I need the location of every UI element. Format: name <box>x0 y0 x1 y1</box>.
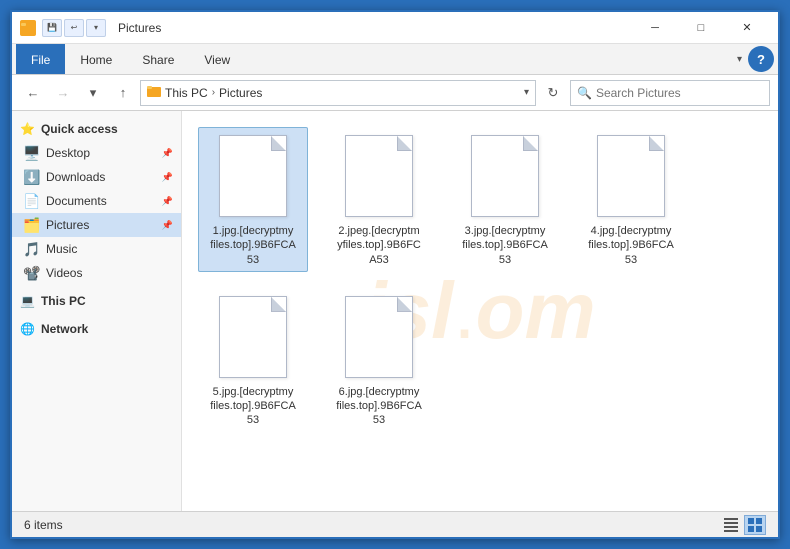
minimize-button[interactable]: ─ <box>632 12 678 44</box>
details-view-button[interactable] <box>720 515 742 535</box>
sidebar-item-music[interactable]: 🎵 Music <box>12 237 181 261</box>
ribbon-tabs: File Home Share View <box>12 44 737 74</box>
downloads-icon: ⬇️ <box>24 169 40 185</box>
file-page-1 <box>219 135 287 217</box>
ribbon: File Home Share View ▾ ? <box>12 44 778 75</box>
item-count: 6 items <box>24 518 63 532</box>
title-bar: 💾 ↩ ▾ Pictures ─ □ ✕ <box>12 12 778 44</box>
file-icon-3 <box>469 132 541 220</box>
back-button[interactable]: ← <box>20 80 46 106</box>
file-page-2 <box>345 135 413 217</box>
folder-icon <box>20 20 36 36</box>
main-area: ⭐ Quick access 🖥️ Desktop 📌 ⬇️ Downloads… <box>12 111 778 511</box>
pin-icon-downloads: 📌 <box>162 172 173 183</box>
pin-icon-documents: 📌 <box>162 196 173 207</box>
file-icon-1 <box>217 132 289 220</box>
tab-home[interactable]: Home <box>65 44 127 74</box>
network-icon: 🌐 <box>20 322 35 336</box>
breadcrumb-icon <box>147 85 161 100</box>
desktop-icon: 🖥️ <box>24 145 40 161</box>
file-icon-5 <box>217 293 289 381</box>
sidebar: ⭐ Quick access 🖥️ Desktop 📌 ⬇️ Downloads… <box>12 111 182 511</box>
tab-view[interactable]: View <box>189 44 245 74</box>
pin-icon-pictures: 📌 <box>162 220 173 231</box>
file-icon-2 <box>343 132 415 220</box>
ribbon-collapse[interactable]: ▾ <box>737 54 742 65</box>
file-item[interactable]: 1.jpg.[decryptmyfiles.top].9B6FCA53 <box>198 127 308 272</box>
sidebar-thispc-header[interactable]: 💻 This PC <box>12 289 181 313</box>
sidebar-section-thispc: 💻 This PC <box>12 289 181 313</box>
quickaccess-icon: ⭐ <box>20 122 35 136</box>
sidebar-item-downloads[interactable]: ⬇️ Downloads 📌 <box>12 165 181 189</box>
file-item[interactable]: 5.jpg.[decryptmyfiles.top].9B6FCA53 <box>198 288 308 433</box>
breadcrumb[interactable]: This PC › Pictures ▾ <box>140 80 536 106</box>
file-icon-4 <box>595 132 667 220</box>
music-icon: 🎵 <box>24 241 40 257</box>
file-item[interactable]: 2.jpeg.[decryptmyfiles.top].9B6FCA53 <box>324 127 434 272</box>
close-button[interactable]: ✕ <box>724 12 770 44</box>
file-item[interactable]: 6.jpg.[decryptmyfiles.top].9B6FCA53 <box>324 288 434 433</box>
documents-icon: 📄 <box>24 193 40 209</box>
file-item[interactable]: 4.jpg.[decryptmyfiles.top].9B6FCA53 <box>576 127 686 272</box>
sidebar-network-header[interactable]: 🌐 Network <box>12 317 181 341</box>
search-box: 🔍 <box>570 80 770 106</box>
title-controls: ─ □ ✕ <box>632 12 770 44</box>
large-icons-view-button[interactable] <box>744 515 766 535</box>
content-area: isl.om 1.jpg.[decryptmyfiles.top].9B6FCA… <box>182 111 778 511</box>
thispc-icon: 💻 <box>20 294 35 308</box>
videos-icon: 📽️ <box>24 265 40 281</box>
file-icon-6 <box>343 293 415 381</box>
forward-button[interactable]: → <box>50 80 76 106</box>
breadcrumb-dropdown[interactable]: ▾ <box>524 87 529 98</box>
breadcrumb-pictures[interactable]: Pictures <box>219 86 262 100</box>
explorer-window: 💾 ↩ ▾ Pictures ─ □ ✕ File Home Share Vie… <box>10 10 780 539</box>
file-page-5 <box>219 296 287 378</box>
sidebar-item-pictures[interactable]: 🗂️ Pictures 📌 <box>12 213 181 237</box>
file-item[interactable]: 3.jpg.[decryptmyfiles.top].9B6FCA53 <box>450 127 560 272</box>
sidebar-item-desktop[interactable]: 🖥️ Desktop 📌 <box>12 141 181 165</box>
sidebar-item-videos[interactable]: 📽️ Videos <box>12 261 181 285</box>
maximize-button[interactable]: □ <box>678 12 724 44</box>
file-page-4 <box>597 135 665 217</box>
pictures-icon: 🗂️ <box>24 217 40 233</box>
sidebar-section-network: 🌐 Network <box>12 317 181 341</box>
undo-quick-btn[interactable]: ↩ <box>64 19 84 37</box>
search-icon: 🔍 <box>577 86 592 100</box>
status-bar: 6 items <box>12 511 778 537</box>
address-bar: ← → ▾ ↑ This PC › Pictures ▾ ↻ 🔍 <box>12 75 778 111</box>
refresh-button[interactable]: ↻ <box>540 80 566 106</box>
sidebar-item-documents[interactable]: 📄 Documents 📌 <box>12 189 181 213</box>
customize-quick-btn[interactable]: ▾ <box>86 19 106 37</box>
title-bar-left: 💾 ↩ ▾ Pictures <box>20 19 632 37</box>
breadcrumb-sep1: › <box>212 87 215 98</box>
file-name-5: 5.jpg.[decryptmyfiles.top].9B6FCA53 <box>210 385 296 428</box>
tab-share[interactable]: Share <box>127 44 189 74</box>
ribbon-tabs-row: File Home Share View ▾ ? <box>12 44 778 74</box>
up-button[interactable]: ↑ <box>110 80 136 106</box>
file-page-6 <box>345 296 413 378</box>
pin-icon-desktop: 📌 <box>162 148 173 159</box>
file-name-1: 1.jpg.[decryptmyfiles.top].9B6FCA53 <box>210 224 296 267</box>
sidebar-quickaccess-header[interactable]: ⭐ Quick access <box>12 117 181 141</box>
recent-button[interactable]: ▾ <box>80 80 106 106</box>
quick-access-toolbar: 💾 ↩ ▾ <box>42 19 106 37</box>
file-name-3: 3.jpg.[decryptmyfiles.top].9B6FCA53 <box>462 224 548 267</box>
save-quick-btn[interactable]: 💾 <box>42 19 62 37</box>
search-input[interactable] <box>596 86 763 100</box>
file-name-2: 2.jpeg.[decryptmyfiles.top].9B6FCA53 <box>337 224 421 267</box>
sidebar-section-quickaccess: ⭐ Quick access 🖥️ Desktop 📌 ⬇️ Downloads… <box>12 117 181 285</box>
tab-file[interactable]: File <box>16 44 65 74</box>
breadcrumb-thispc[interactable]: This PC <box>165 86 208 100</box>
window-title: Pictures <box>118 21 161 35</box>
view-controls <box>720 515 766 535</box>
file-name-6: 6.jpg.[decryptmyfiles.top].9B6FCA53 <box>336 385 422 428</box>
help-button[interactable]: ? <box>748 46 774 72</box>
file-page-3 <box>471 135 539 217</box>
file-name-4: 4.jpg.[decryptmyfiles.top].9B6FCA53 <box>588 224 674 267</box>
